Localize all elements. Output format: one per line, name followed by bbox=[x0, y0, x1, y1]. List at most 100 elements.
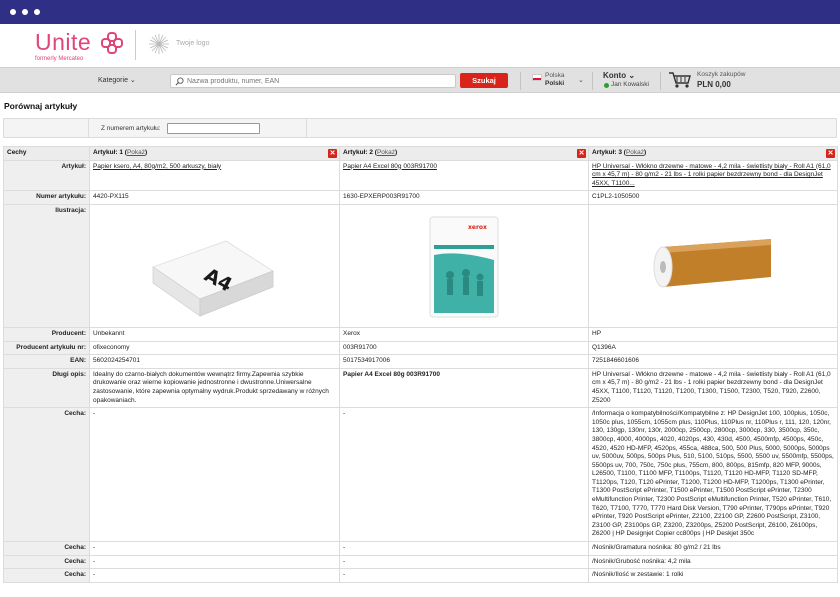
a4-paper-ream-image[interactable]: A4 bbox=[148, 219, 278, 319]
table-cell: C1PL2-1050500 bbox=[588, 190, 838, 205]
table-cell: 5602024254701 bbox=[89, 354, 340, 369]
product-link[interactable]: Papier A4 Excel 80g 003R91700 bbox=[343, 163, 437, 170]
remove-article-icon[interactable]: ✕ bbox=[577, 149, 586, 158]
article-number-filter-input[interactable] bbox=[167, 123, 260, 134]
show-link[interactable]: Pokaż bbox=[377, 149, 395, 156]
cart-title[interactable]: Koszyk zakupów bbox=[697, 71, 745, 78]
search-button[interactable]: Szukaj bbox=[460, 73, 508, 88]
product-link[interactable]: Papier ksero, A4, 80g/m2, 500 arkuszy, b… bbox=[93, 163, 221, 170]
sunburst-logo-icon bbox=[149, 34, 169, 54]
table-row: Artykuł: Papier ksero, A4, 80g/m2, 500 a… bbox=[3, 159, 838, 192]
search-box bbox=[170, 74, 456, 88]
remove-article-icon[interactable]: ✕ bbox=[826, 149, 835, 158]
table-row: Cecha: - - /Informacja o kompatybilności… bbox=[3, 407, 838, 543]
article-number-filter-label: Z numerem artykułu: bbox=[101, 125, 161, 132]
table-row: Producent artykułu nr: ofixeconomy 003R9… bbox=[3, 340, 838, 356]
paper-roll-image[interactable] bbox=[649, 235, 779, 295]
table-cell: 003R91700 bbox=[339, 340, 589, 356]
row-label: Cecha: bbox=[3, 541, 90, 556]
chevron-down-icon[interactable]: ⌄ bbox=[578, 76, 584, 84]
table-cell: - bbox=[89, 407, 340, 543]
table-header-row: Cechy Artykuł: 1 (Pokaż) ✕ Artykuł: 2 (Po… bbox=[3, 146, 838, 161]
show-link[interactable]: Pokaż bbox=[127, 149, 145, 156]
table-cell: 1630-EPXERP003R91700 bbox=[339, 190, 589, 205]
table-cell: /Nośnik/Gramatura nośnika: 80 g/m2 / 21 … bbox=[588, 541, 838, 556]
table-row: Cecha: - - /Nośnik/Gramatura nośnika: 80… bbox=[3, 541, 838, 556]
column-title: Artykuł: 1 bbox=[93, 149, 123, 156]
features-header: Cechy bbox=[3, 146, 90, 161]
chevron-down-icon: ⌄ bbox=[129, 77, 136, 84]
filter-divider bbox=[306, 119, 307, 137]
categories-label: Kategorie bbox=[98, 77, 128, 84]
table-row: Długi opis: Idealny do czarno-białych do… bbox=[3, 367, 838, 409]
table-cell: Papier A4 Excel 80g 003R91700 bbox=[339, 367, 589, 409]
table-row: Producent: Unbekannt Xerox HP bbox=[3, 326, 838, 342]
brand-logo-icon[interactable] bbox=[101, 32, 123, 54]
online-status-icon bbox=[604, 83, 609, 88]
table-row: Ilustracja: A4 xerox bbox=[3, 203, 838, 328]
search-icon bbox=[175, 77, 184, 86]
table-cell bbox=[588, 203, 838, 328]
row-label: Cecha: bbox=[3, 568, 90, 583]
row-label: Długi opis: bbox=[3, 367, 90, 409]
table-cell: - bbox=[89, 554, 340, 570]
account-menu[interactable]: Konto ⌄ bbox=[603, 71, 635, 80]
table-cell: 4420-PX115 bbox=[89, 190, 340, 205]
nav-divider bbox=[660, 72, 661, 90]
nav-divider bbox=[592, 72, 593, 90]
table-cell: - bbox=[89, 541, 340, 556]
account-title: Konto bbox=[603, 71, 627, 80]
nav-bar: Kategorie ⌄ Szukaj Polska Polski ⌄ Konto… bbox=[0, 67, 840, 93]
table-cell: xerox bbox=[339, 203, 589, 328]
comparison-table: Cechy Artykuł: 1 (Pokaż) ✕ Artykuł: 2 (Po… bbox=[3, 146, 838, 583]
categories-menu[interactable]: Kategorie ⌄ bbox=[98, 76, 136, 84]
product-link[interactable]: HP Universal - Włókno drzewne - matowe -… bbox=[592, 163, 831, 187]
brand-logo-text[interactable]: Unite bbox=[35, 29, 91, 56]
row-label: Cecha: bbox=[3, 407, 90, 543]
page-title: Porównaj artykuły bbox=[4, 101, 78, 111]
table-cell: HP bbox=[588, 326, 838, 342]
table-cell: - bbox=[339, 554, 589, 570]
nav-divider bbox=[520, 72, 521, 90]
table-cell: - bbox=[89, 568, 340, 583]
row-label: EAN: bbox=[3, 354, 90, 369]
table-row: Numer artykułu: 4420-PX115 1630-EPXERP00… bbox=[3, 190, 838, 205]
show-link[interactable]: Pokaż bbox=[626, 149, 644, 156]
shopping-cart-icon[interactable] bbox=[668, 71, 692, 89]
account-user: Jan Kowalski bbox=[611, 81, 649, 88]
language-label[interactable]: Polski bbox=[545, 80, 564, 87]
window-dot-icon[interactable] bbox=[22, 9, 28, 15]
filter-divider bbox=[88, 119, 89, 137]
column-title: Artykuł: 2 bbox=[343, 149, 373, 156]
window-dot-icon[interactable] bbox=[34, 9, 40, 15]
cart-total[interactable]: PLN 0,00 bbox=[697, 80, 731, 89]
table-cell: /Nośnik/Ilość w zestawie: 1 rolki bbox=[588, 568, 838, 583]
xerox-excel-paper-pack-image[interactable]: xerox bbox=[428, 215, 500, 319]
table-cell: Unbekannt bbox=[89, 326, 340, 342]
table-row: Cecha: - - /Nośnik/Grubość nośnika: 4,2 … bbox=[3, 554, 838, 570]
table-cell: 7251846601606 bbox=[588, 354, 838, 369]
search-input[interactable] bbox=[187, 76, 449, 86]
table-row: Cecha: - - /Nośnik/Ilość w zestawie: 1 r… bbox=[3, 568, 838, 583]
table-cell: 5017534917006 bbox=[339, 354, 589, 369]
table-cell: - bbox=[339, 541, 589, 556]
filter-bar: Z numerem artykułu: bbox=[3, 118, 837, 138]
poland-flag-icon[interactable] bbox=[532, 74, 542, 81]
remove-article-icon[interactable]: ✕ bbox=[328, 149, 337, 158]
column-header-article-3: Artykuł: 3 (Pokaż) ✕ bbox=[588, 146, 838, 161]
table-cell: HP Universal - Włókno drzewne - matowe -… bbox=[588, 367, 838, 409]
table-cell: A4 bbox=[89, 203, 340, 328]
window-dot-icon[interactable] bbox=[10, 9, 16, 15]
your-logo-label: Twoje logo bbox=[176, 40, 210, 47]
table-cell: /Nośnik/Grubość nośnika: 4,2 mila bbox=[588, 554, 838, 570]
column-title: Artykuł: 3 bbox=[592, 149, 622, 156]
country-label[interactable]: Polska bbox=[545, 72, 565, 79]
table-cell: ofixeconomy bbox=[89, 340, 340, 356]
table-cell: Q1396A bbox=[588, 340, 838, 356]
column-header-article-2: Artykuł: 2 (Pokaż) ✕ bbox=[339, 146, 589, 161]
page: Unite formerly Mercateo Twoje logo Kateg… bbox=[0, 24, 840, 597]
brand-subtitle: formerly Mercateo bbox=[35, 56, 84, 62]
header-divider bbox=[135, 30, 136, 60]
row-label: Producent: bbox=[3, 326, 90, 342]
table-row: EAN: 5602024254701 5017534917006 7251846… bbox=[3, 354, 838, 369]
